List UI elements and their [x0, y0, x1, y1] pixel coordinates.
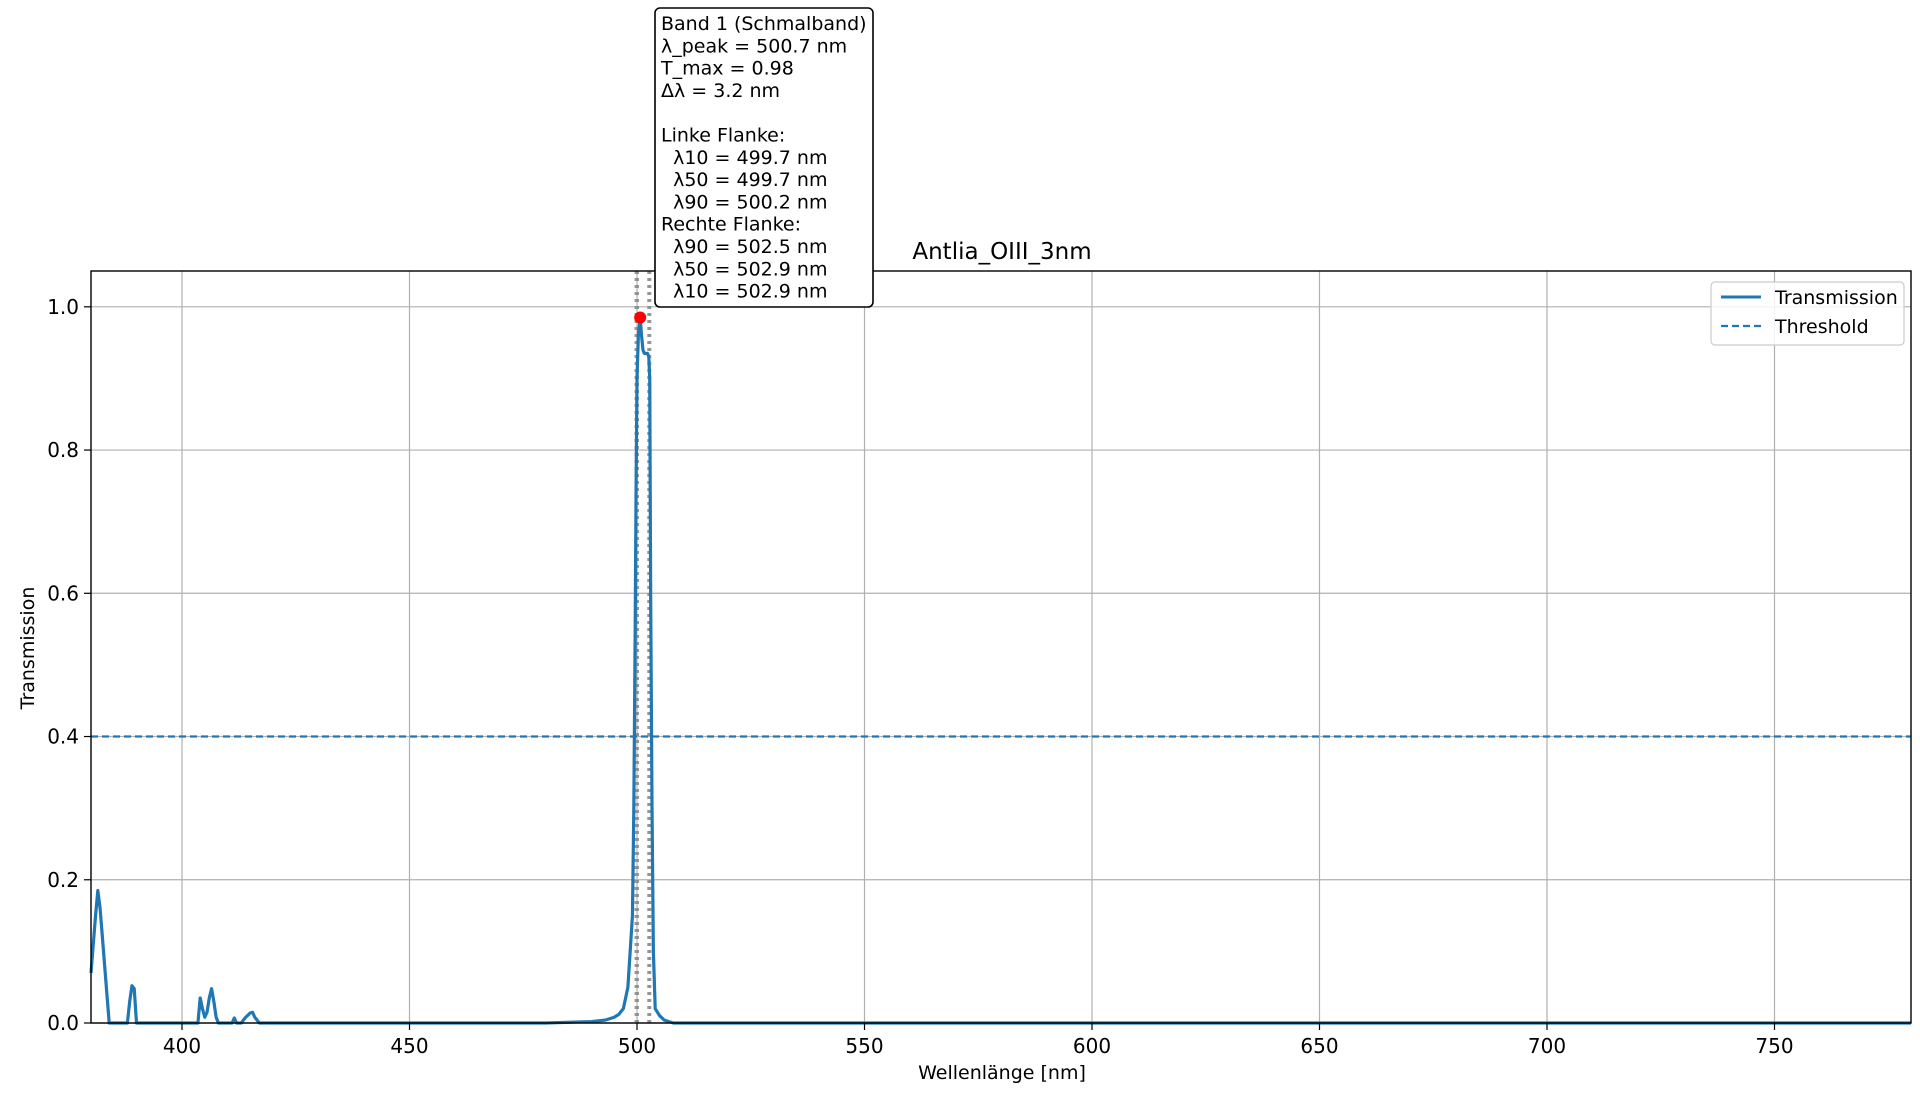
- annotation-line-12: λ10 = 502.9 nm: [661, 281, 827, 303]
- y-tick-label-1.0: 1.0: [47, 295, 79, 319]
- x-tick-label-450: 450: [390, 1034, 428, 1058]
- annotation-line-5: Linke Flanke:: [661, 125, 785, 147]
- peak-marker: [634, 311, 647, 324]
- x-tick-label-700: 700: [1528, 1034, 1566, 1058]
- x-tick-label-600: 600: [1073, 1034, 1111, 1058]
- legend: Transmission Threshold: [1710, 281, 1905, 346]
- y-tick-label-0.0: 0.0: [47, 1011, 79, 1035]
- y-tick-label-0.2: 0.2: [47, 868, 79, 892]
- x-axis-label: Wellenlänge [nm]: [918, 1062, 1086, 1084]
- figure-background: [0, 0, 1920, 1097]
- annotation-line-6: λ10 = 499.7 nm: [661, 147, 827, 169]
- annotation-line-8: λ90 = 500.2 nm: [661, 191, 827, 213]
- annotation-line-0: Band 1 (Schmalband): [661, 13, 867, 35]
- annotation-line-10: λ90 = 502.5 nm: [661, 236, 827, 258]
- y-tick-label-0.6: 0.6: [47, 581, 79, 605]
- y-tick-label-0.8: 0.8: [47, 438, 79, 462]
- band-annotation: Band 1 (Schmalband)λ_peak = 500.7 nmT_ma…: [654, 7, 874, 308]
- x-tick-label-550: 550: [845, 1034, 883, 1058]
- y-tick-label-0.4: 0.4: [47, 725, 79, 749]
- annotation-line-11: λ50 = 502.9 nm: [661, 258, 827, 280]
- annotation-line-9: Rechte Flanke:: [661, 214, 801, 236]
- x-tick-label-400: 400: [163, 1034, 201, 1058]
- legend-transmission-label: Transmission: [1774, 287, 1898, 309]
- x-tick-label-500: 500: [618, 1034, 656, 1058]
- annotation-line-3: Δλ = 3.2 nm: [661, 80, 780, 102]
- annotation-line-1: λ_peak = 500.7 nm: [661, 35, 847, 57]
- x-tick-label-650: 650: [1300, 1034, 1338, 1058]
- annotation-line-2: T_max = 0.98: [660, 58, 794, 80]
- transmission-chart: 400 450 500 550 600 650 700 750 0.0 0.2 0.4 0.6 0.8 1…: [0, 0, 1920, 1097]
- legend-threshold-label: Threshold: [1774, 316, 1869, 338]
- x-tick-label-750: 750: [1755, 1034, 1793, 1058]
- y-axis-label: Transmission: [17, 587, 39, 711]
- chart-title: Antlia_OIII_3nm: [912, 239, 1091, 265]
- annotation-line-7: λ50 = 499.7 nm: [661, 169, 827, 191]
